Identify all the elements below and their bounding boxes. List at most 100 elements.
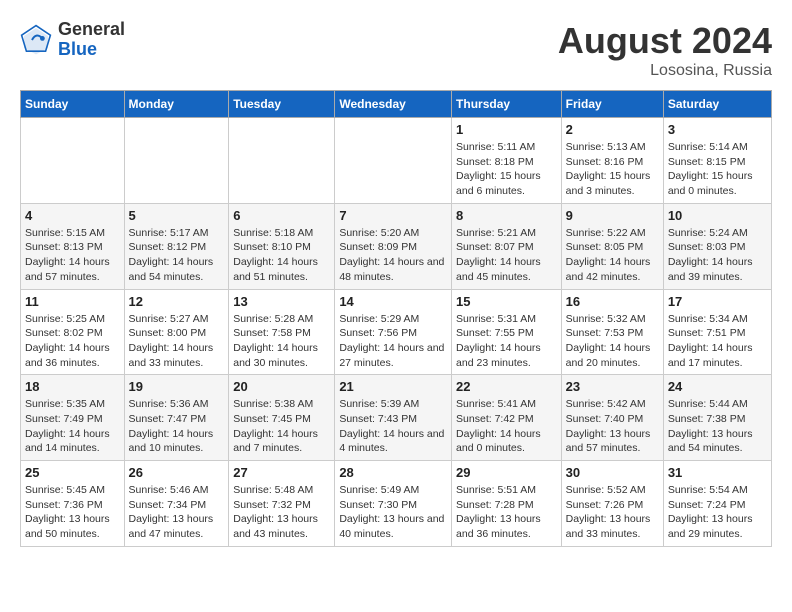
day-detail: Sunrise: 5:24 AM Sunset: 8:03 PM Dayligh… (668, 226, 767, 285)
day-number: 16 (566, 294, 659, 309)
calendar-cell (21, 118, 125, 204)
day-number: 6 (233, 208, 330, 223)
calendar-cell: 6 Sunrise: 5:18 AM Sunset: 8:10 PM Daylig… (229, 203, 335, 289)
day-detail: Sunrise: 5:17 AM Sunset: 8:12 PM Dayligh… (129, 226, 225, 285)
calendar-table: SundayMondayTuesdayWednesdayThursdayFrid… (20, 90, 772, 547)
calendar-cell: 28 Sunrise: 5:49 AM Sunset: 7:30 PM Dayli… (335, 461, 452, 547)
day-number: 30 (566, 465, 659, 480)
day-detail: Sunrise: 5:11 AM Sunset: 8:18 PM Dayligh… (456, 140, 557, 199)
day-detail: Sunrise: 5:39 AM Sunset: 7:43 PM Dayligh… (339, 397, 447, 456)
weekday-header-saturday: Saturday (663, 91, 771, 118)
calendar-cell: 21 Sunrise: 5:39 AM Sunset: 7:43 PM Dayli… (335, 375, 452, 461)
day-number: 29 (456, 465, 557, 480)
day-detail: Sunrise: 5:31 AM Sunset: 7:55 PM Dayligh… (456, 312, 557, 371)
day-detail: Sunrise: 5:22 AM Sunset: 8:05 PM Dayligh… (566, 226, 659, 285)
day-detail: Sunrise: 5:38 AM Sunset: 7:45 PM Dayligh… (233, 397, 330, 456)
day-detail: Sunrise: 5:25 AM Sunset: 8:02 PM Dayligh… (25, 312, 120, 371)
calendar-cell: 29 Sunrise: 5:51 AM Sunset: 7:28 PM Dayli… (452, 461, 562, 547)
day-detail: Sunrise: 5:36 AM Sunset: 7:47 PM Dayligh… (129, 397, 225, 456)
weekday-header-thursday: Thursday (452, 91, 562, 118)
day-number: 19 (129, 379, 225, 394)
weekday-header-monday: Monday (124, 91, 229, 118)
calendar-cell: 27 Sunrise: 5:48 AM Sunset: 7:32 PM Dayli… (229, 461, 335, 547)
day-number: 15 (456, 294, 557, 309)
day-number: 21 (339, 379, 447, 394)
calendar-cell: 22 Sunrise: 5:41 AM Sunset: 7:42 PM Dayli… (452, 375, 562, 461)
logo-general: General (58, 20, 125, 40)
day-detail: Sunrise: 5:21 AM Sunset: 8:07 PM Dayligh… (456, 226, 557, 285)
day-detail: Sunrise: 5:49 AM Sunset: 7:30 PM Dayligh… (339, 483, 447, 542)
day-detail: Sunrise: 5:41 AM Sunset: 7:42 PM Dayligh… (456, 397, 557, 456)
logo: General Blue (20, 20, 125, 60)
calendar-week-row: 11 Sunrise: 5:25 AM Sunset: 8:02 PM Dayli… (21, 289, 772, 375)
day-detail: Sunrise: 5:42 AM Sunset: 7:40 PM Dayligh… (566, 397, 659, 456)
day-detail: Sunrise: 5:13 AM Sunset: 8:16 PM Dayligh… (566, 140, 659, 199)
calendar-cell: 10 Sunrise: 5:24 AM Sunset: 8:03 PM Dayli… (663, 203, 771, 289)
day-number: 31 (668, 465, 767, 480)
day-detail: Sunrise: 5:28 AM Sunset: 7:58 PM Dayligh… (233, 312, 330, 371)
calendar-cell (335, 118, 452, 204)
day-detail: Sunrise: 5:29 AM Sunset: 7:56 PM Dayligh… (339, 312, 447, 371)
day-detail: Sunrise: 5:34 AM Sunset: 7:51 PM Dayligh… (668, 312, 767, 371)
calendar-cell: 5 Sunrise: 5:17 AM Sunset: 8:12 PM Daylig… (124, 203, 229, 289)
calendar-cell: 19 Sunrise: 5:36 AM Sunset: 7:47 PM Dayli… (124, 375, 229, 461)
day-number: 24 (668, 379, 767, 394)
weekday-header-wednesday: Wednesday (335, 91, 452, 118)
day-number: 25 (25, 465, 120, 480)
day-number: 5 (129, 208, 225, 223)
calendar-cell (124, 118, 229, 204)
calendar-cell: 30 Sunrise: 5:52 AM Sunset: 7:26 PM Dayli… (561, 461, 663, 547)
calendar-cell (229, 118, 335, 204)
calendar-cell: 3Sunrise: 5:14 AM Sunset: 8:15 PM Daylig… (663, 118, 771, 204)
day-detail: Sunrise: 5:48 AM Sunset: 7:32 PM Dayligh… (233, 483, 330, 542)
calendar-week-row: 25 Sunrise: 5:45 AM Sunset: 7:36 PM Dayli… (21, 461, 772, 547)
location-subtitle: Lososina, Russia (558, 62, 772, 80)
day-detail: Sunrise: 5:54 AM Sunset: 7:24 PM Dayligh… (668, 483, 767, 542)
calendar-cell: 4 Sunrise: 5:15 AM Sunset: 8:13 PM Daylig… (21, 203, 125, 289)
day-number: 2 (566, 122, 659, 137)
day-number: 28 (339, 465, 447, 480)
calendar-cell: 12Sunrise: 5:27 AM Sunset: 8:00 PM Dayli… (124, 289, 229, 375)
calendar-cell: 16 Sunrise: 5:32 AM Sunset: 7:53 PM Dayli… (561, 289, 663, 375)
day-number: 18 (25, 379, 120, 394)
weekday-header-sunday: Sunday (21, 91, 125, 118)
calendar-cell: 13 Sunrise: 5:28 AM Sunset: 7:58 PM Dayli… (229, 289, 335, 375)
day-number: 10 (668, 208, 767, 223)
calendar-cell: 8Sunrise: 5:21 AM Sunset: 8:07 PM Daylig… (452, 203, 562, 289)
day-number: 12 (129, 294, 225, 309)
calendar-week-row: 4 Sunrise: 5:15 AM Sunset: 8:13 PM Daylig… (21, 203, 772, 289)
day-number: 23 (566, 379, 659, 394)
day-detail: Sunrise: 5:20 AM Sunset: 8:09 PM Dayligh… (339, 226, 447, 285)
weekday-header-tuesday: Tuesday (229, 91, 335, 118)
calendar-cell: 26Sunrise: 5:46 AM Sunset: 7:34 PM Dayli… (124, 461, 229, 547)
logo-text: General Blue (58, 20, 125, 60)
day-number: 27 (233, 465, 330, 480)
day-detail: Sunrise: 5:32 AM Sunset: 7:53 PM Dayligh… (566, 312, 659, 371)
day-number: 13 (233, 294, 330, 309)
day-detail: Sunrise: 5:15 AM Sunset: 8:13 PM Dayligh… (25, 226, 120, 285)
day-number: 11 (25, 294, 120, 309)
day-detail: Sunrise: 5:14 AM Sunset: 8:15 PM Dayligh… (668, 140, 767, 199)
calendar-header-row: SundayMondayTuesdayWednesdayThursdayFrid… (21, 91, 772, 118)
day-detail: Sunrise: 5:44 AM Sunset: 7:38 PM Dayligh… (668, 397, 767, 456)
calendar-cell: 14Sunrise: 5:29 AM Sunset: 7:56 PM Dayli… (335, 289, 452, 375)
day-number: 22 (456, 379, 557, 394)
calendar-cell: 15 Sunrise: 5:31 AM Sunset: 7:55 PM Dayli… (452, 289, 562, 375)
day-detail: Sunrise: 5:46 AM Sunset: 7:34 PM Dayligh… (129, 483, 225, 542)
main-title: August 2024 (558, 20, 772, 62)
day-detail: Sunrise: 5:45 AM Sunset: 7:36 PM Dayligh… (25, 483, 120, 542)
day-number: 20 (233, 379, 330, 394)
calendar-cell: 31 Sunrise: 5:54 AM Sunset: 7:24 PM Dayli… (663, 461, 771, 547)
calendar-cell: 7Sunrise: 5:20 AM Sunset: 8:09 PM Daylig… (335, 203, 452, 289)
day-detail: Sunrise: 5:51 AM Sunset: 7:28 PM Dayligh… (456, 483, 557, 542)
day-number: 4 (25, 208, 120, 223)
calendar-cell: 24 Sunrise: 5:44 AM Sunset: 7:38 PM Dayli… (663, 375, 771, 461)
day-detail: Sunrise: 5:18 AM Sunset: 8:10 PM Dayligh… (233, 226, 330, 285)
logo-blue: Blue (58, 40, 125, 60)
calendar-cell: 2 Sunrise: 5:13 AM Sunset: 8:16 PM Daylig… (561, 118, 663, 204)
calendar-week-row: 1Sunrise: 5:11 AM Sunset: 8:18 PM Daylig… (21, 118, 772, 204)
calendar-cell: 17Sunrise: 5:34 AM Sunset: 7:51 PM Dayli… (663, 289, 771, 375)
calendar-cell: 25 Sunrise: 5:45 AM Sunset: 7:36 PM Dayli… (21, 461, 125, 547)
day-detail: Sunrise: 5:52 AM Sunset: 7:26 PM Dayligh… (566, 483, 659, 542)
calendar-cell: 11 Sunrise: 5:25 AM Sunset: 8:02 PM Dayli… (21, 289, 125, 375)
